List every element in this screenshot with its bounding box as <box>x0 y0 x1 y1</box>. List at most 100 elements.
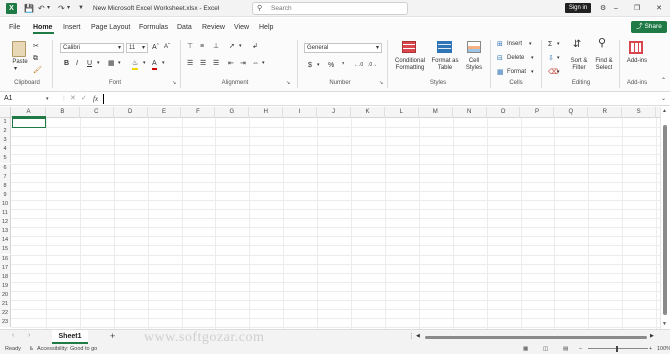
conditional-formatting-label[interactable]: Conditional Formatting <box>390 58 430 72</box>
column-header[interactable]: R <box>588 107 623 118</box>
align-middle-icon[interactable]: ≡ <box>200 42 204 51</box>
copy-icon[interactable]: ⧉ <box>33 54 38 63</box>
row-header[interactable]: 16 <box>0 254 11 264</box>
increase-decimal-icon[interactable]: ←.0 <box>354 61 363 70</box>
insert-cells-label[interactable]: Insert <box>507 41 522 48</box>
conditional-formatting-icon[interactable] <box>402 41 416 53</box>
search-input[interactable] <box>271 4 401 13</box>
column-header[interactable]: F <box>182 107 216 118</box>
tab-file[interactable]: File <box>9 18 20 37</box>
italic-icon[interactable]: I <box>76 59 78 68</box>
borders-dropdown-icon[interactable]: ▾ <box>118 59 121 68</box>
cell-styles-icon[interactable] <box>467 41 481 53</box>
comma-style-icon[interactable]: ❜ <box>342 61 344 70</box>
share-button[interactable]: ⤴ Share <box>631 21 667 33</box>
row-header[interactable]: 23 <box>0 318 11 328</box>
column-header[interactable]: S <box>622 107 657 118</box>
search-box[interactable]: ⚲ <box>252 2 408 15</box>
column-header[interactable]: J <box>317 107 351 118</box>
column-header[interactable]: O <box>487 107 521 118</box>
sort-filter-icon[interactable]: ⇵ <box>573 40 581 50</box>
selected-cell[interactable] <box>12 118 46 128</box>
increase-font-icon[interactable]: Aˆ <box>152 43 159 52</box>
cut-icon[interactable]: ✂ <box>33 42 39 51</box>
merge-center-icon[interactable]: ⇔ <box>252 59 259 68</box>
zoom-slider[interactable] <box>588 348 648 349</box>
tab-formulas[interactable]: Formulas <box>139 18 168 37</box>
orientation-dropdown-icon[interactable]: ▾ <box>239 42 242 51</box>
tab-help[interactable]: Help <box>259 18 273 37</box>
column-header[interactable]: B <box>46 107 80 118</box>
minimize-icon[interactable]: – <box>605 0 627 17</box>
format-painter-icon[interactable]: 🖌 <box>33 66 42 75</box>
format-as-table-icon[interactable] <box>437 41 452 53</box>
save-icon[interactable]: 💾 <box>24 0 34 17</box>
zoom-out-icon[interactable]: – <box>579 344 582 354</box>
row-header[interactable]: 19 <box>0 281 11 291</box>
delete-cells-label[interactable]: Delete <box>507 55 524 62</box>
font-dialog-launcher-icon[interactable]: ↘ <box>172 79 176 88</box>
row-header[interactable]: 8 <box>0 181 11 191</box>
underline-dropdown-icon[interactable]: ▾ <box>97 59 100 68</box>
column-header[interactable]: H <box>249 107 284 118</box>
add-ins-label[interactable]: Add-ins <box>624 58 650 65</box>
format-as-table-label[interactable]: Format as Table <box>429 58 461 72</box>
align-bottom-icon[interactable]: ⊥ <box>213 42 219 51</box>
row-header[interactable]: 22 <box>0 309 11 319</box>
find-select-icon[interactable]: ⚲ <box>598 38 606 49</box>
column-header[interactable]: M <box>419 107 453 118</box>
zoom-slider-thumb[interactable] <box>616 346 618 352</box>
vertical-scroll-thumb[interactable] <box>663 125 667 315</box>
row-header[interactable]: 17 <box>0 263 11 273</box>
row-header[interactable]: 21 <box>0 300 11 309</box>
alignment-dialog-launcher-icon[interactable]: ↘ <box>286 79 290 88</box>
column-header[interactable]: G <box>215 107 250 118</box>
row-header[interactable]: 18 <box>0 272 11 282</box>
orientation-icon[interactable]: ➚ <box>229 42 235 51</box>
row-header[interactable]: 2 <box>0 127 11 137</box>
autosum-icon[interactable]: Σ <box>548 40 552 49</box>
previous-sheet-icon[interactable]: ‹ <box>12 332 14 339</box>
normal-view-icon[interactable]: ▦ <box>523 344 528 354</box>
number-format-select[interactable]: General ▾ <box>304 43 382 53</box>
row-header[interactable]: 7 <box>0 172 11 182</box>
row-header[interactable]: 9 <box>0 190 11 200</box>
redo-icon[interactable]: ↷ <box>58 0 65 17</box>
align-left-icon[interactable]: ☰ <box>187 59 193 68</box>
decrease-indent-icon[interactable]: ⇤ <box>228 59 234 68</box>
row-header[interactable]: 5 <box>0 154 11 164</box>
confirm-entry-icon[interactable]: ✓ <box>81 94 87 104</box>
spreadsheet-grid[interactable]: ABCDEFGHIJKLMNOPQRS 1 2 3 4 5 6 7 8 9 10 11 12 13 14 1… <box>0 107 660 329</box>
format-cells-icon[interactable]: ▦ <box>497 68 504 77</box>
add-ins-icon[interactable] <box>629 41 643 54</box>
fill-icon[interactable]: ⇩ <box>548 54 554 63</box>
delete-dropdown-icon[interactable]: ▾ <box>531 54 534 63</box>
select-all-button[interactable] <box>0 107 11 118</box>
sheet-options-icon[interactable]: ⋮ <box>408 332 415 340</box>
row-header[interactable]: 12 <box>0 218 11 228</box>
currency-dropdown-icon[interactable]: ▾ <box>317 61 320 70</box>
currency-icon[interactable]: $ <box>308 61 312 70</box>
sheet-tab[interactable]: Sheet1 <box>52 330 88 344</box>
insert-cells-icon[interactable]: ⊞ <box>497 40 503 49</box>
tab-page-layout[interactable]: Page Layout <box>91 18 130 37</box>
scroll-down-icon[interactable]: ▼ <box>662 321 667 327</box>
borders-icon[interactable]: ▦ <box>108 59 115 68</box>
row-header[interactable]: 11 <box>0 209 11 218</box>
column-header[interactable]: P <box>521 107 555 118</box>
column-header[interactable]: D <box>114 107 148 118</box>
tab-view[interactable]: View <box>234 18 249 37</box>
add-sheet-button[interactable]: + <box>110 331 115 341</box>
name-box-dropdown-icon[interactable]: ▾ <box>46 94 49 104</box>
column-header[interactable]: C <box>80 107 114 118</box>
insert-dropdown-icon[interactable]: ▾ <box>529 40 532 49</box>
scroll-left-icon[interactable]: ◀ <box>416 333 420 339</box>
horizontal-scroll-thumb[interactable] <box>425 336 647 339</box>
page-layout-view-icon[interactable]: ◫ <box>543 344 548 354</box>
row-header[interactable]: 4 <box>0 145 11 155</box>
cell-styles-label[interactable]: Cell Styles <box>461 58 487 72</box>
column-header[interactable]: E <box>148 107 182 118</box>
fill-color-icon[interactable]: ♨ <box>132 59 139 70</box>
paste-dropdown-icon[interactable]: ▾ <box>14 66 17 73</box>
column-header[interactable]: L <box>385 107 419 118</box>
